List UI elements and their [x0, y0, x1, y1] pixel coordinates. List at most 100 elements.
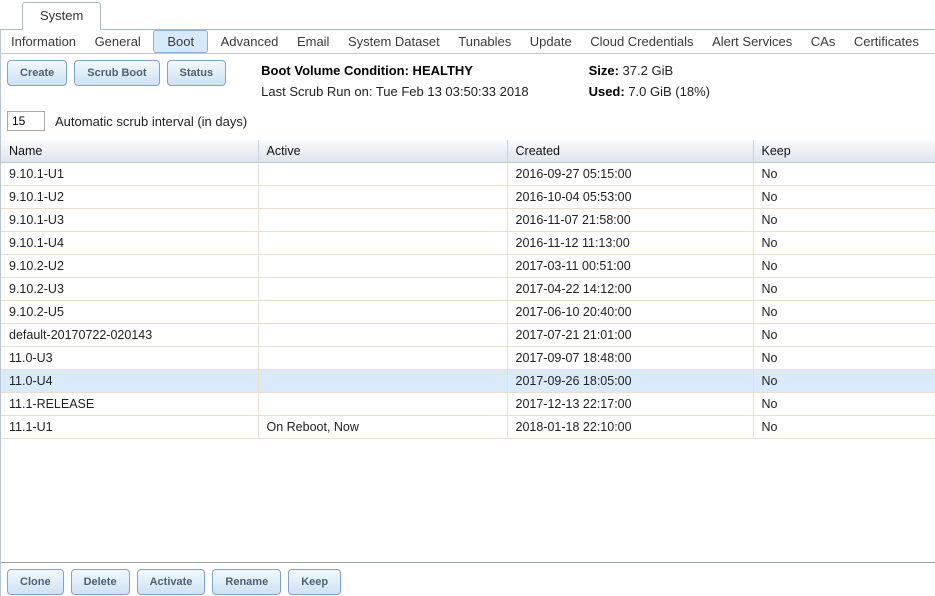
cell-keep: No: [752, 231, 935, 255]
table-row[interactable]: 11.1-RELEASE 2017-12-13 22:17:00 No: [1, 392, 935, 416]
cell-keep: No: [752, 208, 935, 232]
activate-button[interactable]: Activate: [136, 569, 206, 595]
cell-name: 9.10.2-U5: [1, 300, 259, 324]
table-row[interactable]: 9.10.2-U3 2017-04-22 14:12:00 No: [1, 277, 935, 301]
boot-volume-status: Boot Volume Condition: HEALTHY Last Scru…: [261, 60, 528, 102]
cell-created: 2017-04-22 14:12:00: [506, 277, 754, 301]
boot-environments-grid: Name Active Created Keep 9.10.1-U1 2016-09-2…: [1, 140, 935, 439]
cell-created: 2016-11-07 21:58:00: [506, 208, 754, 232]
last-scrub-run: Last Scrub Run on: Tue Feb 13 03:50:33 2…: [261, 84, 529, 99]
cell-active: [257, 323, 508, 347]
cell-name: default-20170722-020143: [1, 323, 259, 347]
cell-name: 11.0-U4: [1, 369, 259, 393]
column-header-active[interactable]: Active: [257, 140, 508, 163]
used-value: 7.0 GiB (18%): [628, 84, 710, 99]
cell-created: 2017-03-11 00:51:00: [506, 254, 754, 278]
used-label: Used:: [588, 84, 625, 99]
cell-created: 2016-10-04 05:53:00: [506, 185, 754, 209]
rename-button[interactable]: Rename: [212, 569, 282, 595]
subnav-tab-certificates[interactable]: Certificates: [848, 31, 925, 52]
clone-button[interactable]: Clone: [7, 569, 64, 595]
cell-keep: No: [752, 369, 935, 393]
subnav-tab-email[interactable]: Email: [291, 31, 336, 52]
cell-active: [257, 392, 508, 416]
cell-created: 2016-11-12 11:13:00: [506, 231, 754, 255]
scrub-boot-button[interactable]: Scrub Boot: [74, 60, 160, 86]
size-label: Size:: [588, 63, 619, 78]
boot-action-buttons: Create Scrub Boot Status: [7, 60, 233, 86]
column-header-created[interactable]: Created: [506, 140, 754, 163]
subnav-tab-alert-services[interactable]: Alert Services: [706, 31, 798, 52]
row-action-toolbar: Clone Delete Activate Rename Keep: [1, 562, 935, 596]
create-button[interactable]: Create: [7, 60, 68, 86]
cell-keep: No: [752, 277, 935, 301]
subnav-tab-update[interactable]: Update: [524, 31, 578, 52]
cell-active: [257, 277, 508, 301]
cell-name: 11.1-RELEASE: [1, 392, 259, 416]
table-row[interactable]: 9.10.1-U2 2016-10-04 05:53:00 No: [1, 185, 935, 209]
cell-keep: No: [752, 162, 935, 186]
cell-created: 2018-01-18 22:10:00: [506, 415, 754, 439]
table-row[interactable]: 11.1-U1 On Reboot, Now 2018-01-18 22:10:00…: [1, 415, 935, 439]
cell-name: 9.10.1-U2: [1, 185, 259, 209]
cell-created: 2017-12-13 22:17:00: [506, 392, 754, 416]
cell-created: 2017-09-07 18:48:00: [506, 346, 754, 370]
boot-toolbar-area: Create Scrub Boot Status Boot Volume Condi…: [1, 54, 935, 135]
cell-keep: No: [752, 300, 935, 324]
column-header-name[interactable]: Name: [1, 140, 259, 163]
subnav-tab-cloud-credentials[interactable]: Cloud Credentials: [584, 31, 699, 52]
table-row[interactable]: 9.10.1-U1 2016-09-27 05:15:00 No: [1, 162, 935, 186]
subnav-tab-system-dataset[interactable]: System Dataset: [342, 31, 446, 52]
boot-volume-size-block: Size: 37.2 GiB Used: 7.0 GiB (18%): [589, 60, 710, 102]
delete-button[interactable]: Delete: [70, 569, 130, 595]
cell-keep: No: [752, 185, 935, 209]
cell-name: 9.10.2-U3: [1, 277, 259, 301]
window-tabbar: System: [0, 0, 935, 30]
cell-active: [257, 300, 508, 324]
cell-name: 9.10.2-U2: [1, 254, 259, 278]
table-row[interactable]: 11.0-U3 2017-09-07 18:48:00 No: [1, 346, 935, 370]
table-row[interactable]: 9.10.2-U5 2017-06-10 20:40:00 No: [1, 300, 935, 324]
cell-active: [257, 254, 508, 278]
table-row[interactable]: 11.0-U4 2017-09-26 18:05:00 No: [1, 369, 935, 393]
cell-active: [257, 208, 508, 232]
cell-created: 2017-09-26 18:05:00: [506, 369, 754, 393]
table-row[interactable]: 9.10.1-U4 2016-11-12 11:13:00 No: [1, 231, 935, 255]
subnav-tab-information[interactable]: Information: [5, 31, 82, 52]
subnav-tab-advanced[interactable]: Advanced: [215, 31, 285, 52]
subnav-tab-boot[interactable]: Boot: [153, 30, 209, 53]
boot-volume-condition: Boot Volume Condition: HEALTHY: [261, 63, 473, 78]
system-panel: Information General Boot Advanced Email Syste…: [0, 30, 935, 596]
cell-active: [257, 369, 508, 393]
cell-keep: No: [752, 415, 935, 439]
table-row[interactable]: 9.10.1-U3 2016-11-07 21:58:00 No: [1, 208, 935, 232]
cell-active: [257, 346, 508, 370]
tab-system[interactable]: System: [22, 2, 102, 30]
system-subnav: Information General Boot Advanced Email Syste…: [1, 30, 935, 54]
cell-keep: No: [752, 392, 935, 416]
scrub-interval-input[interactable]: [7, 111, 45, 131]
cell-name: 11.1-U1: [1, 415, 259, 439]
cell-name: 9.10.1-U1: [1, 162, 259, 186]
column-header-keep[interactable]: Keep: [752, 140, 935, 163]
cell-name: 11.0-U3: [1, 346, 259, 370]
table-row[interactable]: default-20170722-020143 2017-07-21 21:01:…: [1, 323, 935, 347]
boot-volume-size: Size: 37.2 GiB: [589, 60, 710, 81]
subnav-tab-cas[interactable]: CAs: [805, 31, 842, 52]
keep-button[interactable]: Keep: [288, 569, 342, 595]
subnav-tab-tunables[interactable]: Tunables: [452, 31, 517, 52]
scrub-interval-label: Automatic scrub interval (in days): [55, 113, 248, 129]
cell-name: 9.10.1-U3: [1, 208, 259, 232]
cell-active: [257, 185, 508, 209]
cell-keep: No: [752, 346, 935, 370]
cell-active: On Reboot, Now: [257, 415, 508, 439]
cell-keep: No: [752, 323, 935, 347]
subnav-tab-general[interactable]: General: [89, 31, 147, 52]
table-row[interactable]: 9.10.2-U2 2017-03-11 00:51:00 No: [1, 254, 935, 278]
boot-volume-used: Used: 7.0 GiB (18%): [589, 81, 710, 102]
empty-area: [1, 439, 935, 562]
cell-name: 9.10.1-U4: [1, 231, 259, 255]
cell-created: 2017-07-21 21:01:00: [506, 323, 754, 347]
cell-created: 2017-06-10 20:40:00: [506, 300, 754, 324]
status-button[interactable]: Status: [166, 60, 227, 86]
